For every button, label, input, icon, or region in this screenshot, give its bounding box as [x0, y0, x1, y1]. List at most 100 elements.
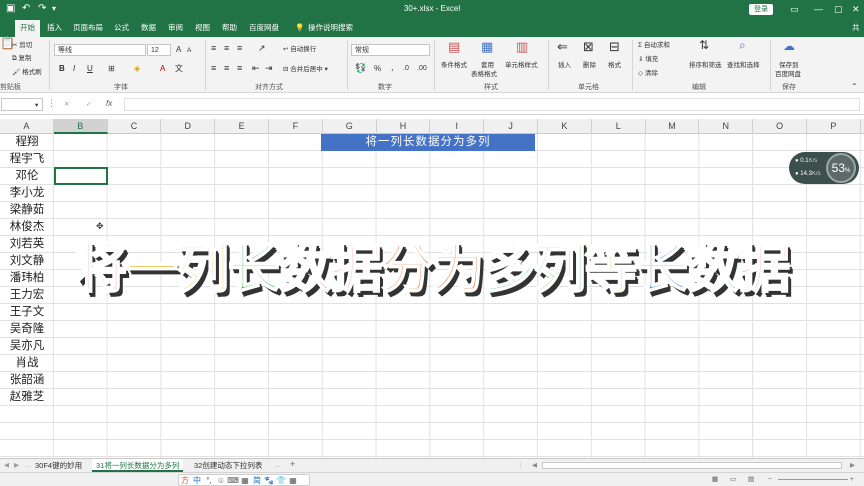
- column-header-b[interactable]: B: [53, 119, 108, 134]
- cell-a3[interactable]: 邓伦: [0, 168, 54, 185]
- tab-insert[interactable]: 插入: [47, 23, 62, 33]
- align-top-icon[interactable]: ≡: [211, 44, 216, 53]
- share-icon[interactable]: 共: [852, 23, 860, 33]
- column-header-n[interactable]: N: [699, 119, 754, 134]
- horizontal-scrollbar[interactable]: [542, 462, 842, 469]
- increase-decimal-icon[interactable]: .0: [403, 64, 409, 73]
- maximize-icon[interactable]: ▢: [834, 3, 843, 15]
- comma-button[interactable]: ,: [391, 63, 394, 72]
- tab-home[interactable]: 开始: [15, 20, 40, 37]
- find-select-button[interactable]: 查找和选择: [727, 61, 760, 70]
- column-header-p[interactable]: P: [807, 119, 861, 134]
- format-cells-button[interactable]: 格式: [608, 61, 621, 70]
- column-header-e[interactable]: E: [215, 119, 269, 134]
- cell-a15[interactable]: 张韶涵: [0, 372, 54, 389]
- ime-icon[interactable]: ▦: [287, 475, 299, 485]
- tab-formulas[interactable]: 公式: [114, 23, 129, 33]
- italic-button[interactable]: I: [73, 64, 75, 73]
- close-icon[interactable]: ✕: [852, 3, 860, 15]
- cell-a11[interactable]: 王子文: [0, 304, 54, 321]
- merged-title-cell[interactable]: 将一列长数据分为多列: [321, 134, 535, 151]
- split-handle-icon[interactable]: ⋮: [517, 461, 524, 470]
- column-header-m[interactable]: M: [646, 119, 700, 134]
- column-header-j[interactable]: J: [484, 119, 538, 134]
- copy-button[interactable]: ⧉ 复制: [12, 54, 31, 63]
- column-header-c[interactable]: C: [108, 119, 162, 134]
- tab-review[interactable]: 审阅: [168, 23, 183, 33]
- name-box-dropdown-icon[interactable]: ▾: [35, 101, 38, 110]
- normal-view-icon[interactable]: ▦: [712, 475, 718, 484]
- grow-font-button[interactable]: A: [176, 45, 181, 54]
- format-table-button[interactable]: 套用: [481, 61, 494, 70]
- minimize-icon[interactable]: —: [814, 3, 823, 15]
- zoom-out-icon[interactable]: −: [768, 475, 772, 484]
- align-right-icon[interactable]: ≡: [237, 64, 242, 73]
- active-cell-b3[interactable]: [54, 167, 108, 185]
- delete-cells-button[interactable]: 删除: [583, 61, 596, 70]
- scroll-sheets-left-icon[interactable]: ◀: [4, 461, 9, 470]
- ime-toolbar[interactable]: 方中 °, ☺ ⌨ ▦ 简 🐾 👕 ▦: [178, 474, 310, 486]
- login-button[interactable]: 登录: [749, 4, 773, 15]
- ime-icon[interactable]: ⌨: [227, 475, 239, 485]
- merge-center-button[interactable]: ⊟ 合并后居中 ▾: [283, 65, 328, 74]
- column-header-d[interactable]: D: [161, 119, 216, 134]
- column-header-h[interactable]: H: [377, 119, 431, 134]
- tab-data[interactable]: 数据: [141, 23, 156, 33]
- hscroll-right-icon[interactable]: ▶: [850, 461, 855, 470]
- increase-indent-icon[interactable]: ⇥: [265, 64, 273, 73]
- wrap-text-button[interactable]: ↩ 自动换行: [283, 45, 316, 54]
- hscroll-left-icon[interactable]: ◀: [532, 461, 537, 470]
- column-header-i[interactable]: I: [430, 119, 485, 134]
- insert-function-button[interactable]: fx: [106, 99, 112, 108]
- sheet-tab-31[interactable]: 31将一列长数据分为多列: [92, 459, 184, 472]
- font-color-icon[interactable]: A: [160, 64, 165, 73]
- bold-button[interactable]: B: [59, 64, 65, 73]
- phonetic-icon[interactable]: 文: [175, 64, 183, 73]
- cancel-icon[interactable]: ✕: [64, 100, 69, 109]
- align-center-icon[interactable]: ≡: [224, 64, 229, 73]
- sheets-more-icon[interactable]: …: [24, 461, 31, 470]
- underline-button[interactable]: U: [87, 64, 93, 73]
- column-header-o[interactable]: O: [753, 119, 807, 134]
- decrease-decimal-icon[interactable]: .00: [417, 64, 427, 73]
- add-sheet-button[interactable]: +: [290, 460, 295, 469]
- cell-a12[interactable]: 吴奇隆: [0, 321, 54, 338]
- cell-a4[interactable]: 李小龙: [0, 185, 54, 202]
- shrink-font-button[interactable]: A: [187, 46, 191, 55]
- cell-a5[interactable]: 梁静茹: [0, 202, 54, 219]
- font-name-select[interactable]: 等线: [54, 44, 146, 56]
- ime-icon[interactable]: 👕: [275, 475, 287, 485]
- number-format-select[interactable]: 常规: [351, 44, 430, 56]
- zoom-slider[interactable]: [778, 479, 848, 480]
- sheet-tab-30[interactable]: 30F4键的妙用: [31, 459, 86, 472]
- autosum-button[interactable]: Σ 自动求和: [638, 41, 670, 50]
- ime-icon[interactable]: 简: [251, 475, 263, 485]
- align-middle-icon[interactable]: ≡: [224, 44, 229, 53]
- conditional-format-button[interactable]: 条件格式: [441, 61, 467, 70]
- sheet-tab-32[interactable]: 32创建动态下拉列表: [190, 459, 266, 472]
- fill-button[interactable]: ⇓ 填充: [638, 55, 658, 64]
- cell-styles-button[interactable]: 单元格样式: [505, 61, 538, 70]
- border-icon[interactable]: ⊞: [108, 64, 115, 73]
- column-header-l[interactable]: L: [592, 119, 646, 134]
- ime-icon[interactable]: 🐾: [263, 475, 275, 485]
- tab-help[interactable]: 帮助: [222, 23, 237, 33]
- clear-button[interactable]: ◇ 清除: [638, 69, 658, 78]
- cell-a1[interactable]: 程翔: [0, 134, 54, 151]
- currency-icon[interactable]: 💱: [355, 64, 366, 73]
- tab-baidu-netdisk[interactable]: 百度网盘: [249, 23, 279, 33]
- ribbon-display-icon[interactable]: ▭: [790, 3, 799, 15]
- cell-a13[interactable]: 吴亦凡: [0, 338, 54, 355]
- ime-icon[interactable]: 方: [179, 475, 191, 485]
- ime-icon[interactable]: 中: [191, 475, 203, 485]
- tab-view[interactable]: 视图: [195, 23, 210, 33]
- cell-a14[interactable]: 肖战: [0, 355, 54, 372]
- enter-icon[interactable]: ✓: [86, 100, 91, 109]
- ime-icon[interactable]: °,: [203, 475, 215, 485]
- percent-button[interactable]: %: [374, 64, 381, 73]
- tab-page-layout[interactable]: 页面布局: [73, 23, 103, 33]
- collapse-ribbon-icon[interactable]: ⌃: [851, 82, 858, 91]
- ime-icon[interactable]: ☺: [215, 475, 227, 485]
- zoom-in-icon[interactable]: +: [850, 475, 854, 484]
- scroll-sheets-right-icon[interactable]: ▶: [14, 461, 19, 470]
